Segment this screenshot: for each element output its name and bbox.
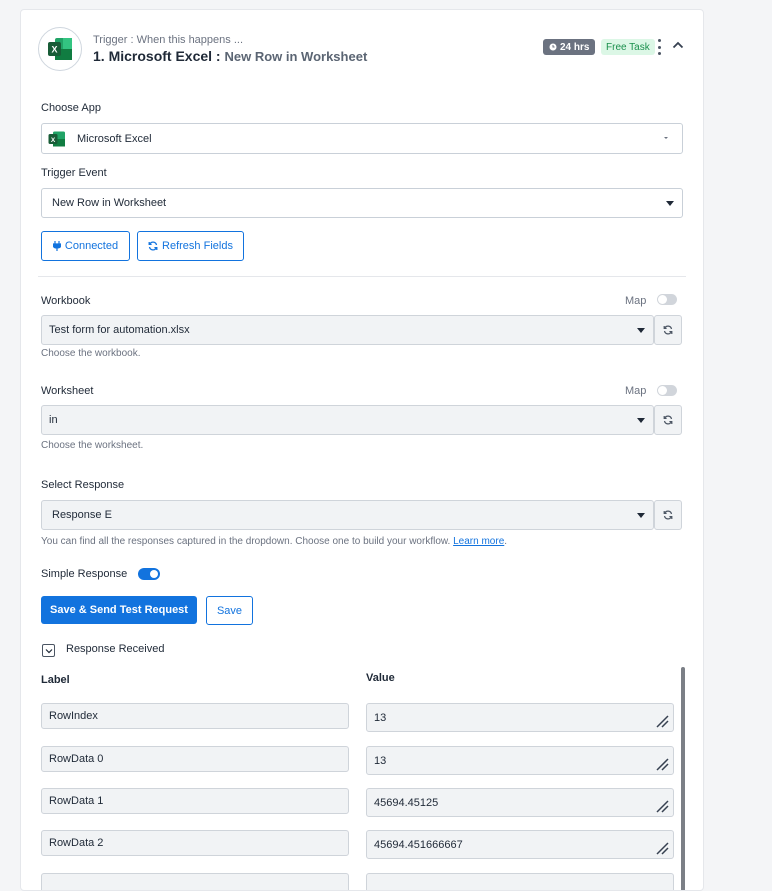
workbook-select[interactable]: Test form for automation.xlsx [41,315,654,345]
select-response-label: Select Response [41,479,125,491]
step-app-title: 1. Microsoft Excel : [93,48,221,64]
svg-text:X: X [51,45,57,55]
refresh-fields-button[interactable]: Refresh Fields [137,231,244,261]
workbook-label: Workbook [41,295,91,307]
excel-logo-icon: X [38,27,82,71]
step-title: 1. Microsoft Excel : New Row in Workshee… [93,48,367,64]
refresh-icon [663,325,673,335]
refresh-icon [663,510,673,520]
response-value-text: 45694.45125 [374,796,439,809]
worksheet-refresh-button[interactable] [654,405,682,435]
scrollbar[interactable] [681,667,685,890]
workbook-map-label: Map [625,295,647,307]
label-column-header: Label [41,674,70,686]
trigger-event-label: Trigger Event [41,167,107,179]
resize-handle-icon[interactable] [655,799,669,813]
refresh-fields-label: Refresh Fields [162,240,233,252]
worksheet-map-label: Map [625,385,647,397]
plug-icon [52,241,61,251]
resize-handle-icon[interactable] [655,757,669,771]
dropdown-caret-icon [637,328,645,333]
more-options-icon[interactable] [655,38,663,56]
trigger-card: X Trigger : When this happens ... 1. Mic… [20,9,704,891]
connected-button[interactable]: Connected [41,231,130,261]
value-column-header: Value [366,672,395,684]
svg-text:X: X [51,136,56,143]
dropdown-caret-icon [637,513,645,518]
time-badge-label: 24 hrs [560,41,590,53]
excel-small-icon: X [48,131,65,146]
section-divider [38,276,686,277]
simple-response-label: Simple Response [41,568,128,580]
resize-handle-icon[interactable] [655,714,669,728]
trigger-event-value: New Row in Worksheet [52,197,167,209]
response-received-title: Response Received [66,643,165,655]
response-row-value: 13 [366,703,674,732]
select-response-select[interactable]: Response E [41,500,654,530]
response-row-label: RowData 1 [41,788,349,814]
worksheet-label: Worksheet [41,385,94,397]
connected-label: Connected [64,240,119,252]
step-event-name: New Row in Worksheet [224,49,368,64]
workbook-refresh-button[interactable] [654,315,682,345]
trigger-event-select[interactable]: New Row in Worksheet [41,188,683,218]
choose-app-value: Microsoft Excel [77,132,152,145]
response-row-value: 45694.45125 [366,788,674,817]
response-row-value [366,873,674,890]
response-row-value: 45694.451666667 [366,830,674,859]
workbook-hint: Choose the workbook. [41,348,141,359]
dropdown-caret-icon [664,136,668,139]
response-value-text: 13 [374,754,387,767]
resize-handle-icon[interactable] [655,841,669,855]
worksheet-value: in [49,414,58,426]
clock-icon [549,43,557,51]
simple-response-toggle[interactable] [138,568,160,580]
hint-period: . [504,536,508,547]
response-row-label: RowData 0 [41,746,349,772]
dropdown-caret-icon [666,201,674,206]
response-refresh-button[interactable] [654,500,682,530]
workbook-map-toggle[interactable] [657,294,677,305]
choose-app-select[interactable]: X Microsoft Excel [41,123,683,154]
chevron-down-icon [45,648,52,653]
save-send-test-button[interactable]: Save & Send Test Request [41,596,197,624]
refresh-icon [663,415,673,425]
worksheet-hint: Choose the worksheet. [41,440,144,451]
select-response-value: Response E [52,509,112,521]
response-row-value: 13 [366,746,674,775]
chevron-up-icon[interactable] [671,38,685,52]
save-button[interactable]: Save [206,596,253,625]
trigger-subtitle: Trigger : When this happens ... [93,34,243,46]
collapse-toggle-icon[interactable] [42,644,55,657]
response-row-label: RowData 2 [41,830,349,856]
response-row-label [41,873,349,890]
worksheet-select[interactable]: in [41,405,654,435]
choose-app-label: Choose App [41,102,101,114]
workbook-value: Test form for automation.xlsx [49,324,190,336]
response-value-text: 45694.451666667 [374,838,463,851]
learn-more-link[interactable]: Learn more [453,536,504,547]
response-value-text: 13 [374,711,387,724]
refresh-icon [148,241,158,251]
trigger-header[interactable]: X Trigger : When this happens ... 1. Mic… [21,10,703,86]
worksheet-map-toggle[interactable] [657,385,677,396]
select-response-hint-text: You can find all the responses captured … [41,536,451,547]
select-response-hint: You can find all the responses captured … [41,536,507,547]
save-label: Save [216,604,243,617]
time-badge: 24 hrs [543,39,596,55]
free-task-badge: Free Task [601,39,655,55]
dropdown-caret-icon [637,418,645,423]
response-row-label: RowIndex [41,703,349,729]
